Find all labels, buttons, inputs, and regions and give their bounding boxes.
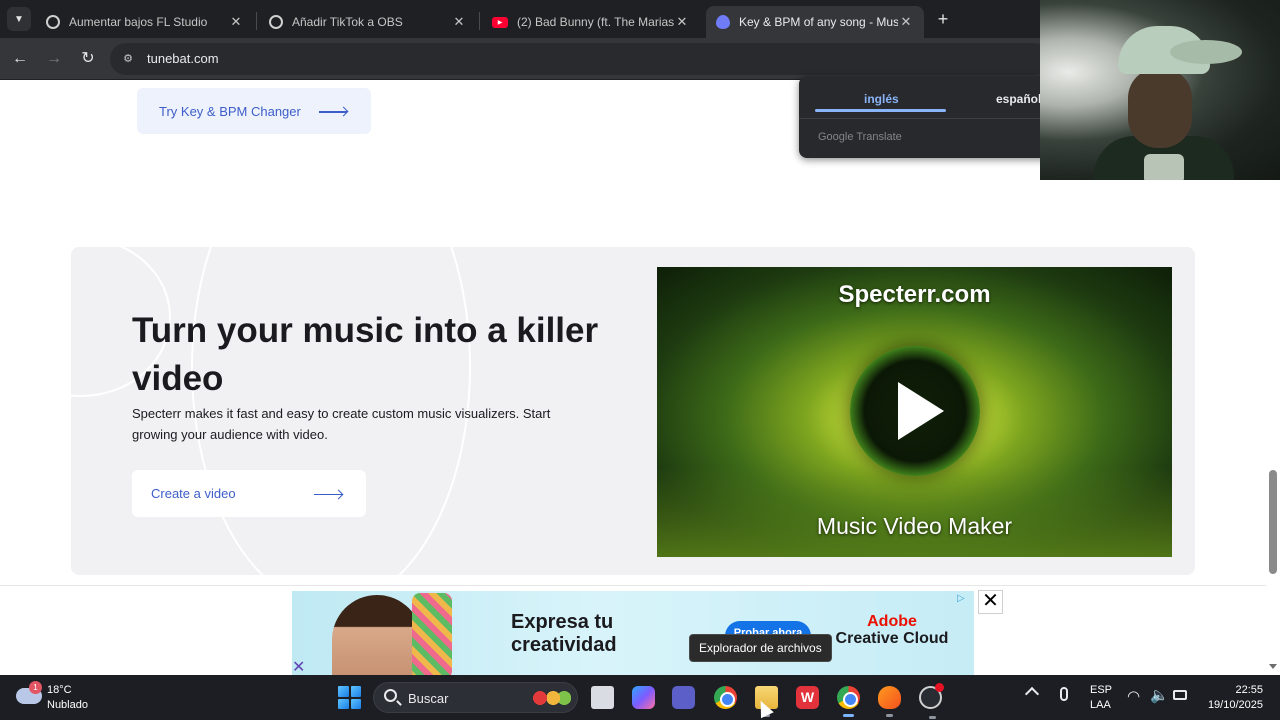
search-icon (384, 689, 397, 702)
windows-logo-pane (350, 698, 361, 709)
ad-badge-icon: ✕ (292, 659, 306, 675)
divider (0, 585, 1266, 586)
reload-button[interactable]: ↻ (76, 47, 100, 71)
task-view-icon[interactable] (591, 686, 614, 709)
windows-taskbar: 1 18°C Nublado Buscar W ESP LAA ◠ 🔈 22:5… (0, 675, 1280, 720)
language-code[interactable]: ESP (1090, 684, 1112, 696)
tab-title: (2) Bad Bunny (ft. The Marias) - (517, 15, 674, 29)
scroll-down-icon[interactable] (1269, 664, 1277, 669)
search-highlight-icon (529, 689, 573, 707)
windows-logo-pane (350, 686, 361, 697)
ad-illustration (412, 593, 452, 675)
search-placeholder: Buscar (408, 691, 449, 706)
back-button[interactable]: ← (8, 47, 32, 71)
chevron-up-icon[interactable] (1024, 686, 1040, 702)
weather-badge: 1 (29, 681, 42, 694)
tab-aumentar-bajos[interactable]: Aumentar bajos FL Studio ✕ (36, 6, 254, 38)
forward-button[interactable]: → (42, 47, 66, 71)
taskbar-search[interactable]: Buscar (373, 682, 578, 713)
chrome-icon[interactable] (714, 686, 737, 709)
play-button[interactable] (850, 346, 980, 476)
chatgpt-icon (46, 15, 60, 29)
promo-video[interactable]: Specterr.com Music Video Maker (657, 267, 1172, 557)
wifi-icon[interactable]: ◠ (1127, 687, 1140, 705)
google-translate-popup: inglés español Google Translate (799, 76, 1059, 158)
tab-search-button[interactable]: ▼ (7, 7, 31, 31)
clock-time[interactable]: 22:55 (1235, 684, 1263, 696)
create-video-label: Create a video (151, 486, 236, 501)
tab-close-icon[interactable]: ✕ (898, 14, 914, 30)
webcam-person-face (1128, 68, 1192, 148)
tab-divider (479, 12, 480, 30)
webcam-overlay (1040, 0, 1280, 180)
weather-description[interactable]: Nublado (47, 699, 88, 711)
try-key-bpm-changer-button[interactable]: Try Key & BPM Changer (137, 88, 371, 134)
copilot-icon[interactable] (632, 686, 655, 709)
arrow-right-icon (314, 493, 342, 495)
wps-office-icon[interactable]: W (796, 686, 819, 709)
translate-tab-spanish[interactable]: español (996, 92, 1041, 106)
site-settings-icon[interactable]: ⚙ (120, 51, 136, 67)
fl-studio-icon[interactable] (878, 686, 901, 717)
windows-logo-pane (338, 686, 349, 697)
webcam-person-shirt (1144, 154, 1184, 180)
tab-tiktok-obs[interactable]: Añadir TikTok a OBS ✕ (259, 6, 477, 38)
keyboard-layout[interactable]: LAA (1090, 699, 1111, 711)
tab-tunebat[interactable]: Key & BPM of any song - Music ✕ (706, 6, 924, 38)
try-button-label: Try Key & BPM Changer (159, 103, 301, 119)
youtube-icon: ▶ (492, 16, 508, 28)
chatgpt-icon (269, 15, 283, 29)
tab-bad-bunny[interactable]: ▶ (2) Bad Bunny (ft. The Marias) - ✕ (482, 6, 700, 38)
scroll-thumb[interactable] (1269, 470, 1277, 574)
battery-icon[interactable] (1173, 690, 1187, 700)
teams-icon[interactable] (672, 686, 695, 709)
new-tab-button[interactable]: + (932, 8, 954, 30)
arrow-right-icon (319, 111, 347, 113)
ad-close-button[interactable]: ✕ (978, 590, 1003, 614)
start-button[interactable] (338, 686, 361, 709)
ad-headline: Expresa tu creatividad (511, 611, 617, 656)
chrome-profile-icon[interactable] (837, 686, 860, 717)
play-icon (898, 382, 944, 440)
adobe-ad-banner[interactable]: Expresa tu creatividad Probar ahora Adob… (292, 591, 974, 675)
tab-close-icon[interactable]: ✕ (451, 14, 467, 30)
microphone-icon[interactable] (1060, 687, 1068, 701)
video-brand-text: Specterr.com (838, 281, 991, 308)
tunebat-icon (716, 15, 730, 29)
weather-temperature[interactable]: 18°C (47, 684, 72, 696)
tab-title: Aumentar bajos FL Studio (69, 15, 208, 29)
ad-brand-line1: Adobe (867, 613, 917, 630)
tab-title: Key & BPM of any song - Music (739, 15, 898, 29)
ad-choices-icon[interactable]: ▷ (957, 593, 971, 605)
create-video-button[interactable]: Create a video (132, 470, 366, 517)
file-explorer-tooltip: Explorador de archivos (689, 634, 832, 662)
tab-title: Añadir TikTok a OBS (292, 15, 403, 29)
selected-tab-indicator (815, 109, 946, 112)
windows-logo-pane (338, 698, 349, 709)
google-translate-label: Google Translate (818, 131, 902, 143)
recording-indicator (935, 683, 944, 692)
clock-date[interactable]: 19/10/2025 (1208, 699, 1263, 711)
ad-brand-line2: Creative Cloud (835, 630, 949, 647)
url-text: tunebat.com (147, 51, 219, 66)
volume-icon[interactable]: 🔈 (1150, 686, 1169, 704)
translate-tab-english[interactable]: inglés (864, 92, 899, 106)
tab-close-icon[interactable]: ✕ (228, 14, 244, 30)
address-bar[interactable]: ⚙ tunebat.com (110, 43, 1050, 75)
promo-description: Specterr makes it fast and easy to creat… (132, 406, 551, 442)
tab-divider (256, 12, 257, 30)
tab-close-icon[interactable]: ✕ (674, 14, 690, 30)
webcam-person-cap-brim (1170, 40, 1242, 64)
ad-person-image (332, 595, 422, 675)
video-caption: Music Video Maker (816, 513, 1013, 539)
promo-title: Turn your music into a killer video (132, 311, 599, 398)
divider (799, 118, 1059, 119)
